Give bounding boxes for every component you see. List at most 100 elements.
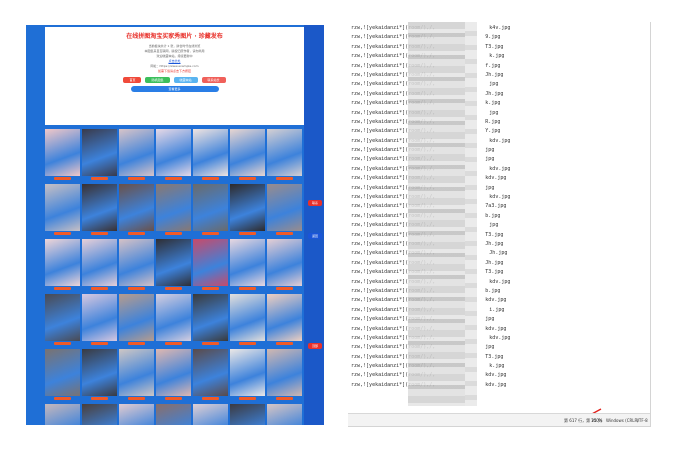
thumbnail-image[interactable] bbox=[193, 404, 228, 425]
thumbnail-image[interactable] bbox=[45, 184, 80, 231]
thumbnail-card[interactable] bbox=[119, 239, 154, 291]
thumbnail-card[interactable] bbox=[193, 184, 228, 236]
side-tag-back[interactable]: 返回 bbox=[308, 233, 322, 239]
thumbnail-card[interactable] bbox=[82, 404, 117, 425]
thumbnail-image[interactable] bbox=[82, 239, 117, 286]
thumbnail-caption-button[interactable] bbox=[202, 177, 219, 180]
thumbnail-card[interactable] bbox=[156, 404, 191, 425]
thumbnail-card[interactable] bbox=[119, 129, 154, 181]
thumbnail-caption-button[interactable] bbox=[276, 342, 293, 345]
thumbnail-caption-button[interactable] bbox=[202, 397, 219, 400]
thumbnail-caption-button[interactable] bbox=[165, 177, 182, 180]
thumbnail-card[interactable] bbox=[193, 129, 228, 181]
thumbnail-card[interactable] bbox=[45, 184, 80, 236]
thumbnail-caption-button[interactable] bbox=[128, 232, 145, 235]
thumbnail-image[interactable] bbox=[156, 129, 191, 176]
thumbnail-card[interactable] bbox=[82, 349, 117, 401]
thumbnail-image[interactable] bbox=[267, 129, 302, 176]
side-tag-contact[interactable]: 联系 bbox=[308, 200, 322, 206]
thumbnail-image[interactable] bbox=[193, 239, 228, 286]
thumbnail-caption-button[interactable] bbox=[54, 177, 71, 180]
thumbnail-card[interactable] bbox=[267, 349, 302, 401]
thumbnail-image[interactable] bbox=[45, 129, 80, 176]
thumbnail-card[interactable] bbox=[230, 294, 265, 346]
thumbnail-caption-button[interactable] bbox=[276, 287, 293, 290]
thumbnail-caption-button[interactable] bbox=[239, 177, 256, 180]
thumbnail-caption-button[interactable] bbox=[276, 232, 293, 235]
thumbnail-image[interactable] bbox=[230, 129, 265, 176]
thumbnail-image[interactable] bbox=[82, 184, 117, 231]
thumbnail-image[interactable] bbox=[230, 294, 265, 341]
thumbnail-caption-button[interactable] bbox=[239, 397, 256, 400]
thumbnail-card[interactable] bbox=[193, 404, 228, 425]
thumbnail-image[interactable] bbox=[45, 404, 80, 425]
thumbnail-image[interactable] bbox=[193, 349, 228, 396]
side-tag-top[interactable]: 顶部 bbox=[308, 343, 322, 349]
thumbnail-image[interactable] bbox=[82, 349, 117, 396]
thumbnail-card[interactable] bbox=[82, 184, 117, 236]
line-ending[interactable]: Windows (CRLF) bbox=[606, 418, 638, 423]
thumbnail-caption-button[interactable] bbox=[128, 397, 145, 400]
thumbnail-image[interactable] bbox=[230, 349, 265, 396]
thumbnail-caption-button[interactable] bbox=[54, 397, 71, 400]
thumbnail-caption-button[interactable] bbox=[165, 342, 182, 345]
encoding[interactable]: UTF-8 bbox=[636, 418, 648, 423]
thumbnail-image[interactable] bbox=[230, 404, 265, 425]
thumbnail-image[interactable] bbox=[156, 294, 191, 341]
thumbnail-caption-button[interactable] bbox=[91, 177, 108, 180]
thumbnail-card[interactable] bbox=[156, 129, 191, 181]
random-button[interactable]: 随机图集 bbox=[145, 77, 170, 83]
thumbnail-image[interactable] bbox=[156, 184, 191, 231]
thumbnail-caption-button[interactable] bbox=[165, 232, 182, 235]
thumbnail-image[interactable] bbox=[119, 129, 154, 176]
contact-button[interactable]: 联系站长 bbox=[201, 77, 226, 83]
thumbnail-card[interactable] bbox=[267, 129, 302, 181]
thumbnail-image[interactable] bbox=[45, 239, 80, 286]
thumbnail-card[interactable] bbox=[119, 404, 154, 425]
more-button[interactable]: 查看更多 bbox=[130, 86, 219, 92]
thumbnail-image[interactable] bbox=[156, 239, 191, 286]
thumbnail-card[interactable] bbox=[267, 239, 302, 291]
thumbnail-card[interactable] bbox=[267, 294, 302, 346]
thumbnail-caption-button[interactable] bbox=[54, 287, 71, 290]
thumbnail-image[interactable] bbox=[193, 184, 228, 231]
thumbnail-image[interactable] bbox=[267, 294, 302, 341]
thumbnail-card[interactable] bbox=[193, 239, 228, 291]
thumbnail-card[interactable] bbox=[82, 294, 117, 346]
thumbnail-card[interactable] bbox=[119, 184, 154, 236]
thumbnail-image[interactable] bbox=[119, 239, 154, 286]
thumbnail-image[interactable] bbox=[267, 184, 302, 231]
thumbnail-image[interactable] bbox=[119, 349, 154, 396]
thumbnail-card[interactable] bbox=[193, 294, 228, 346]
thumbnail-caption-button[interactable] bbox=[276, 177, 293, 180]
thumbnail-card[interactable] bbox=[156, 184, 191, 236]
thumbnail-image[interactable] bbox=[193, 294, 228, 341]
thumbnail-card[interactable] bbox=[230, 239, 265, 291]
thumbnail-caption-button[interactable] bbox=[91, 342, 108, 345]
thumbnail-card[interactable] bbox=[45, 129, 80, 181]
thumbnail-card[interactable] bbox=[230, 129, 265, 181]
thumbnail-caption-button[interactable] bbox=[91, 397, 108, 400]
thumbnail-caption-button[interactable] bbox=[91, 287, 108, 290]
thumbnail-card[interactable] bbox=[230, 184, 265, 236]
zoom-level[interactable]: 100% bbox=[591, 418, 602, 423]
thumbnail-caption-button[interactable] bbox=[54, 342, 71, 345]
thumbnail-image[interactable] bbox=[119, 294, 154, 341]
thumbnail-caption-button[interactable] bbox=[202, 342, 219, 345]
thumbnail-caption-button[interactable] bbox=[165, 287, 182, 290]
thumbnail-image[interactable] bbox=[45, 349, 80, 396]
thumbnail-caption-button[interactable] bbox=[202, 287, 219, 290]
thumbnail-image[interactable] bbox=[267, 239, 302, 286]
thumbnail-image[interactable] bbox=[230, 184, 265, 231]
thumbnail-image[interactable] bbox=[119, 184, 154, 231]
thumbnail-image[interactable] bbox=[267, 404, 302, 425]
thumbnail-caption-button[interactable] bbox=[128, 177, 145, 180]
thumbnail-card[interactable] bbox=[230, 404, 265, 425]
thumbnail-caption-button[interactable] bbox=[91, 232, 108, 235]
thumbnail-caption-button[interactable] bbox=[128, 287, 145, 290]
thumbnail-card[interactable] bbox=[267, 404, 302, 425]
thumbnail-image[interactable] bbox=[156, 404, 191, 425]
thumbnail-image[interactable] bbox=[82, 129, 117, 176]
thumbnail-caption-button[interactable] bbox=[128, 342, 145, 345]
thumbnail-image[interactable] bbox=[156, 349, 191, 396]
